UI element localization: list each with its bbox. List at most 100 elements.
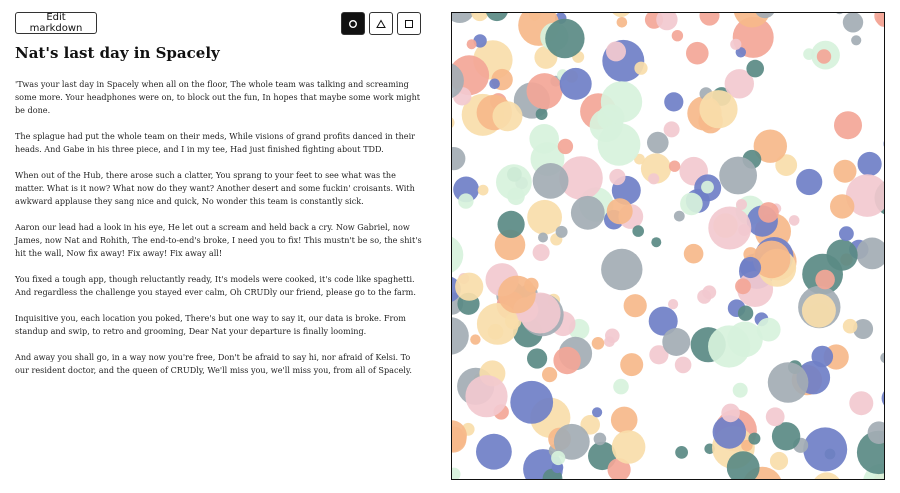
bubble <box>675 446 688 459</box>
bubble <box>604 336 615 348</box>
poem-paragraph: Aaron our lead had a look in his eye, He… <box>15 222 422 258</box>
bubble <box>686 41 709 65</box>
bubble <box>613 378 629 395</box>
bubble <box>601 248 643 291</box>
bubble <box>663 121 680 138</box>
bubble <box>739 256 762 279</box>
bubble <box>452 467 461 479</box>
bubble <box>606 198 633 225</box>
bubble <box>662 328 691 356</box>
bubble <box>592 407 603 418</box>
poem-paragraph: 'Twas your last day in Spacely when all … <box>15 79 421 115</box>
circle-shape-button[interactable] <box>341 12 365 35</box>
bubble <box>542 367 558 383</box>
poem-paragraph: Inquisitive you, each location you poked… <box>15 313 406 336</box>
poem-paragraph: And away you shall go, in a way now you'… <box>15 352 412 375</box>
bubble <box>668 299 679 310</box>
bubble <box>834 111 862 140</box>
bubble <box>532 244 550 261</box>
circle-icon <box>349 19 357 28</box>
bubble <box>721 403 740 423</box>
bubble <box>497 210 525 238</box>
bubble <box>748 432 761 445</box>
bubble <box>570 195 605 230</box>
square-shape-button[interactable] <box>397 12 421 35</box>
bubble <box>527 348 548 369</box>
bubble <box>647 131 669 154</box>
bubble <box>648 173 660 185</box>
bubble <box>471 13 489 22</box>
bubble <box>836 13 843 15</box>
bubble <box>708 206 752 250</box>
bubble <box>880 352 884 363</box>
bubble <box>634 61 648 75</box>
bubble <box>842 13 864 33</box>
bubble <box>470 334 481 345</box>
bubble <box>708 325 751 368</box>
bubble <box>673 210 685 222</box>
bubble <box>455 272 484 301</box>
bubble <box>746 59 764 78</box>
square-icon <box>405 19 413 28</box>
bubble <box>492 101 523 132</box>
bubble <box>732 382 748 398</box>
bubble <box>452 117 455 128</box>
bubble <box>857 151 882 177</box>
bubble <box>610 406 638 434</box>
bubble <box>756 317 781 342</box>
triangle-shape-button[interactable] <box>369 12 393 35</box>
bubble <box>874 13 884 26</box>
bubble <box>816 49 832 64</box>
bubble <box>796 168 823 196</box>
bubble <box>699 13 720 26</box>
bubble <box>458 193 474 209</box>
bubble <box>498 275 536 314</box>
bubble <box>651 237 662 248</box>
bubble <box>452 317 469 355</box>
bubble <box>632 225 644 237</box>
bubble <box>668 160 681 172</box>
bubble <box>466 39 477 50</box>
bubble <box>545 18 585 59</box>
bubble <box>616 17 628 28</box>
bubble <box>465 375 508 418</box>
bubble <box>701 180 714 194</box>
bubble <box>758 202 779 223</box>
bubble <box>591 337 605 350</box>
bubble <box>612 13 630 18</box>
bubble <box>535 108 548 120</box>
bubble <box>664 92 684 112</box>
bubble <box>671 30 684 42</box>
bubble <box>510 380 554 424</box>
bubble <box>767 362 809 403</box>
bubble <box>538 232 548 243</box>
bubble <box>849 391 874 416</box>
bubble <box>597 122 641 166</box>
bubble <box>826 239 858 271</box>
bubble <box>811 345 834 368</box>
document-title: Nat's last day in Spacely <box>15 44 220 62</box>
bubble <box>606 41 626 62</box>
bubble <box>559 67 592 100</box>
bubble <box>737 305 754 321</box>
bubble-svg <box>452 13 884 479</box>
bubble <box>769 451 789 471</box>
bubble <box>814 472 840 479</box>
bubble <box>529 124 559 154</box>
bubble <box>702 285 717 300</box>
bubble <box>881 391 884 406</box>
poem-body: 'Twas your last day in Spacely when all … <box>15 78 425 390</box>
bubble <box>620 353 644 377</box>
bubble <box>883 141 884 147</box>
bubble <box>477 184 489 196</box>
bubble <box>803 427 848 472</box>
bubble <box>476 433 512 470</box>
bubble <box>815 269 835 290</box>
bubble <box>833 159 857 183</box>
bubble <box>532 163 569 199</box>
shape-selector <box>341 12 421 35</box>
bubble <box>730 38 742 50</box>
bubble-canvas[interactable] <box>451 12 885 480</box>
edit-markdown-button[interactable]: Edit markdown <box>15 12 97 34</box>
triangle-icon <box>376 18 386 28</box>
